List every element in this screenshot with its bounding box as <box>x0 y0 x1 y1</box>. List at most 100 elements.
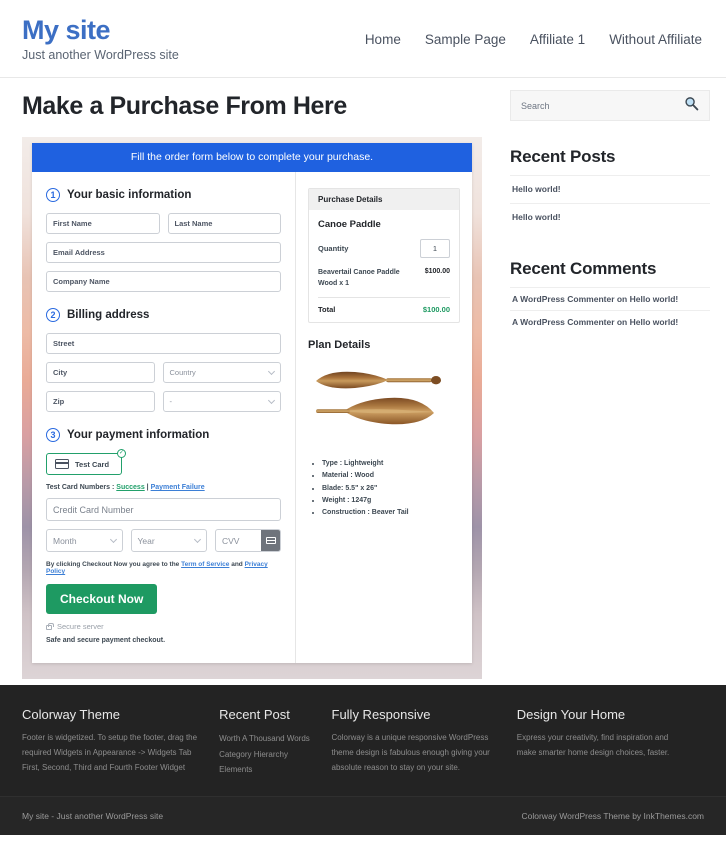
test-card-option-label: Test Card <box>75 459 110 469</box>
city-country-row: City Country <box>46 362 281 383</box>
footer-column-text: Express your creativity, find inspiratio… <box>516 733 670 757</box>
test-card-numbers-label: Test Card Numbers : <box>46 484 115 491</box>
checkout-now-button[interactable]: Checkout Now <box>46 584 158 614</box>
expiry-year-select[interactable]: Year <box>130 529 207 552</box>
total-amount: $100.00 <box>422 305 450 314</box>
footer-column-text: Colorway is a unique responsive WordPres… <box>331 733 490 772</box>
recent-post-link[interactable]: Hello world! <box>512 212 561 222</box>
recent-comment-link[interactable]: A WordPress Commenter on Hello world! <box>512 317 678 327</box>
recent-post-link[interactable]: Hello world! <box>512 184 561 194</box>
footer-column-title: Colorway Theme <box>22 707 121 722</box>
order-form-banner: Fill the order form below to complete yo… <box>32 143 472 172</box>
footer-theme-credit[interactable]: Colorway WordPress Theme by InkThemes.co… <box>522 811 705 821</box>
line-item-amount: $100.00 <box>424 268 450 275</box>
section-payment-information-header: 3 Your payment information <box>46 428 281 442</box>
footer-site-credit: My site - Just another WordPress site <box>22 810 164 821</box>
expiry-month-select[interactable]: Month <box>46 529 123 552</box>
chevron-down-icon <box>267 367 276 375</box>
nav-item-sample-page[interactable]: Sample Page <box>425 32 506 47</box>
nav-item-affiliate-1[interactable]: Affiliate 1 <box>530 32 585 47</box>
test-card-success-link[interactable]: Success <box>116 484 144 491</box>
line-item-name: Beavertail Canoe Paddle Wood x 1 <box>318 269 400 287</box>
terms-notice: By clicking Checkout Now you agree to th… <box>46 561 281 575</box>
order-form-right-column: Purchase Details Canoe Paddle Quantity 1… <box>296 172 472 663</box>
secure-server-label: Secure server <box>57 622 104 631</box>
list-item[interactable]: Category Hierarchy <box>219 747 317 763</box>
test-card-failure-link[interactable]: Payment Failure <box>151 484 205 491</box>
canoe-paddle-image <box>310 361 460 446</box>
city-input[interactable]: City <box>46 362 155 383</box>
zip-input[interactable]: Zip <box>46 391 155 412</box>
country-select[interactable]: Country <box>162 362 281 383</box>
footer-column-title: Design Your Home <box>516 707 626 722</box>
company-name-input[interactable]: Company Name <box>46 271 281 292</box>
search-input[interactable]: Search <box>521 101 550 111</box>
street-input[interactable]: Street <box>46 333 281 354</box>
cvv-input[interactable]: CVV <box>216 530 261 551</box>
plan-spec-list: Type : Lightweight Material : Wood Blade… <box>308 458 460 519</box>
footer-column-title: Fully Responsive <box>331 707 431 722</box>
nav-item-home[interactable]: Home <box>365 32 401 47</box>
section-basic-information-title: Your basic information <box>67 189 192 201</box>
email-row: Email Address <box>46 242 281 263</box>
footer-column-colorway-theme: Colorway Theme Footer is widgetized. To … <box>22 707 219 778</box>
chevron-down-icon <box>109 535 117 543</box>
footer-column-text: Footer is widgetized. To setup the foote… <box>22 733 198 772</box>
step-number-3: 3 <box>46 428 60 442</box>
site-header: My site Just another WordPress site Home… <box>0 0 726 78</box>
state-select[interactable]: - <box>162 391 281 412</box>
list-item[interactable]: A WordPress Commenter on Hello world! <box>510 310 710 333</box>
list-item: Type : Lightweight <box>322 458 460 470</box>
last-name-input[interactable]: Last Name <box>167 213 281 234</box>
street-row: Street <box>46 333 281 354</box>
test-card-option[interactable]: ✓ Test Card <box>46 449 127 475</box>
secure-server-row: Secure server <box>46 622 281 631</box>
lock-icon <box>46 622 54 630</box>
list-item[interactable]: Hello world! <box>510 175 710 203</box>
total-label: Total <box>318 305 336 314</box>
company-row: Company Name <box>46 271 281 292</box>
country-select-value: Country <box>169 368 196 377</box>
search-widget[interactable]: Search <box>510 90 710 121</box>
recent-comment-link[interactable]: A WordPress Commenter on Hello world! <box>512 294 678 304</box>
recent-posts-list: Hello world! Hello world! <box>510 175 710 231</box>
list-item[interactable]: Hello world! <box>510 203 710 231</box>
search-icon[interactable] <box>684 96 699 116</box>
email-input[interactable]: Email Address <box>46 242 281 263</box>
first-name-input[interactable]: First Name <box>46 213 160 234</box>
check-circle-icon: ✓ <box>117 449 127 458</box>
recent-posts-title: Recent Posts <box>510 147 616 166</box>
terms-notice-and: and <box>231 561 243 568</box>
quantity-label: Quantity <box>318 244 349 253</box>
list-item[interactable]: Elements <box>219 762 317 778</box>
site-footer: Colorway Theme Footer is widgetized. To … <box>0 685 726 796</box>
section-basic-information-header: 1 Your basic information <box>46 188 281 202</box>
credit-card-number-input[interactable]: Credit Card Number <box>46 498 281 521</box>
terms-of-service-link[interactable]: Term of Service <box>181 561 229 568</box>
nav-item-without-affiliate[interactable]: Without Affiliate <box>609 32 702 47</box>
zip-state-row: Zip - <box>46 391 281 412</box>
chevron-down-icon <box>267 396 276 404</box>
order-form-body: 1 Your basic information First Name Last… <box>32 172 472 663</box>
step-number-1: 1 <box>46 188 60 202</box>
quantity-input[interactable]: 1 <box>420 239 450 258</box>
list-item: Blade: 5.5" x 26" <box>322 483 460 495</box>
list-item[interactable]: A WordPress Commenter on Hello world! <box>510 287 710 310</box>
sidebar: Search Recent Posts Hello world! Hello w… <box>500 78 726 679</box>
list-item: Material : Wood <box>322 470 460 482</box>
chevron-down-icon <box>193 535 202 543</box>
line-item-row: Beavertail Canoe Paddle Wood x 1 $100.00 <box>318 268 450 289</box>
cvv-card-icon <box>261 530 280 551</box>
credit-card-icon <box>55 459 69 469</box>
cvv-field-group[interactable]: CVV <box>215 529 281 552</box>
expiry-year-value: Year <box>137 535 155 546</box>
brand-block: My site Just another WordPress site <box>22 14 179 63</box>
page-title: Make a Purchase From Here <box>22 92 347 120</box>
recent-comments-title: Recent Comments <box>510 259 657 278</box>
list-item[interactable]: Worth A Thousand Words <box>219 731 317 747</box>
order-form-card: Fill the order form below to complete yo… <box>32 143 472 663</box>
footer-columns: Colorway Theme Footer is widgetized. To … <box>22 707 704 778</box>
site-title[interactable]: My site <box>22 16 179 45</box>
